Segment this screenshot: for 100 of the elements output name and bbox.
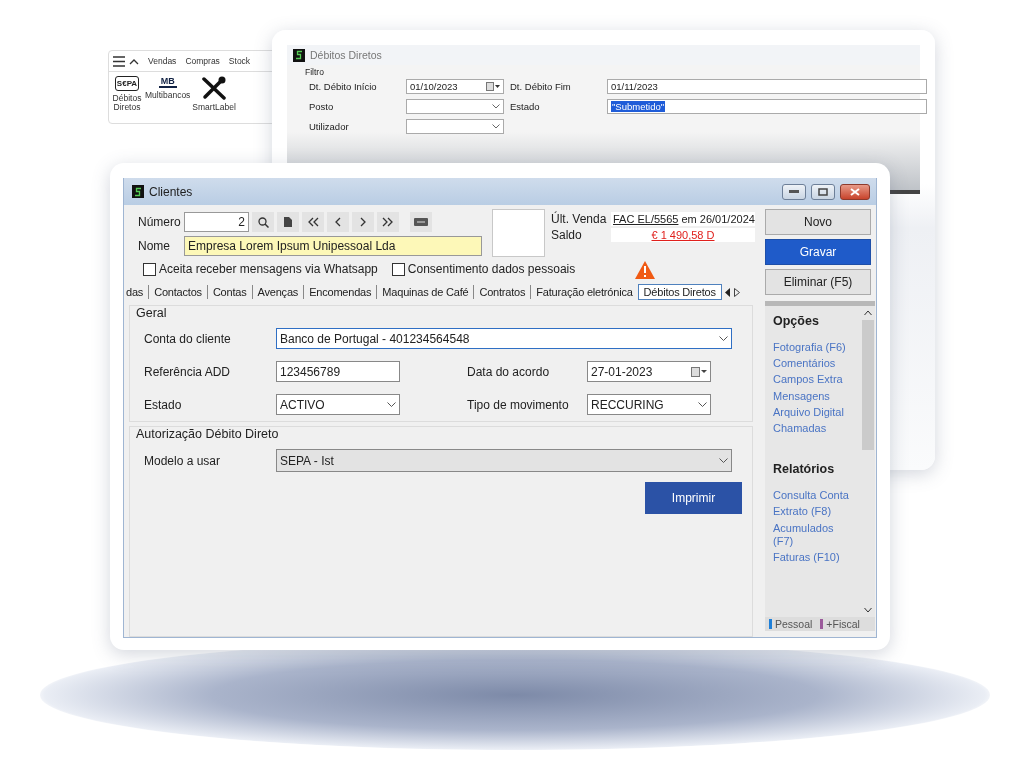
action-button[interactable]: Eliminar (F5) bbox=[765, 269, 871, 295]
name-field[interactable]: Empresa Lorem Ipsum Unipessoal Lda bbox=[184, 236, 482, 256]
action-button[interactable]: Gravar bbox=[765, 239, 871, 265]
field-label: Data do acordo bbox=[467, 364, 551, 379]
field-label: Estado bbox=[509, 100, 541, 112]
tab[interactable]: Contratos bbox=[477, 285, 528, 299]
app-logo-icon bbox=[293, 48, 305, 62]
dropdown-field[interactable]: RECCURING bbox=[587, 394, 711, 415]
side-link[interactable]: Acumulados (F7) bbox=[773, 521, 849, 548]
first-record-button[interactable] bbox=[302, 212, 324, 232]
tab[interactable]: Faturação eletrónica bbox=[534, 285, 635, 299]
side-link[interactable]: Comentários bbox=[773, 357, 849, 371]
side-link[interactable]: Arquivo Digital bbox=[773, 405, 849, 419]
id-card-button[interactable] bbox=[410, 212, 432, 232]
print-button[interactable]: Imprimir bbox=[645, 482, 742, 514]
scroll-down-icon[interactable] bbox=[864, 607, 872, 613]
ribbon-tab[interactable]: Compras bbox=[185, 56, 220, 66]
ribbon-tab[interactable]: Stock bbox=[228, 56, 251, 66]
balance-link[interactable]: € 1 490,58 D bbox=[611, 228, 755, 242]
action-button[interactable]: Novo bbox=[765, 209, 871, 235]
dropdown-field[interactable] bbox=[406, 118, 504, 134]
document-button[interactable] bbox=[277, 212, 299, 232]
window-title: Clientes bbox=[149, 184, 193, 199]
date-field[interactable]: 01/10/2023 bbox=[406, 78, 504, 94]
field-label: Nome bbox=[138, 239, 171, 253]
field-label: Número bbox=[138, 215, 181, 229]
chevron-right-icon bbox=[359, 217, 367, 227]
caret-up-icon[interactable] bbox=[129, 57, 139, 65]
side-link[interactable]: Fotografia (F6) bbox=[773, 341, 849, 355]
side-link[interactable]: Faturas (F10) bbox=[773, 550, 849, 565]
close-icon bbox=[850, 187, 860, 196]
minimize-button[interactable] bbox=[782, 183, 806, 200]
card-icon bbox=[414, 218, 428, 226]
field-label: Saldo bbox=[551, 228, 583, 242]
tab[interactable]: Contactos bbox=[152, 285, 204, 299]
account-dropdown[interactable]: Banco de Portugal - 401234564548 bbox=[276, 328, 732, 349]
tab[interactable]: das bbox=[124, 285, 146, 299]
input-field[interactable]: 123456789 bbox=[276, 361, 400, 382]
sepa-logo: S€PA bbox=[114, 76, 140, 91]
ribbon-button[interactable]: S€PA Débitos Diretos bbox=[111, 76, 143, 112]
input-field[interactable]: "Submetido" bbox=[607, 98, 927, 114]
double-right-icon bbox=[382, 217, 394, 227]
field-label: Modelo a usar bbox=[144, 453, 222, 468]
side-link[interactable]: Consulta Conta bbox=[773, 489, 849, 503]
scroll-up-icon[interactable] bbox=[864, 310, 872, 316]
tab[interactable]: Contas bbox=[210, 285, 249, 299]
caret-down-icon bbox=[698, 401, 707, 408]
tab[interactable]: Maquinas de Café bbox=[380, 285, 471, 299]
number-field[interactable]: 2 bbox=[184, 212, 249, 232]
dropdown-field[interactable] bbox=[406, 98, 504, 114]
tab[interactable]: Débitos Diretos bbox=[637, 284, 722, 300]
close-button[interactable] bbox=[840, 183, 870, 200]
tab[interactable]: Encomendas bbox=[307, 285, 374, 299]
side-link[interactable]: Mensagens bbox=[773, 389, 849, 403]
last-record-button[interactable] bbox=[377, 212, 399, 232]
last-sale-text: FAC EL/5565 em 26/01/2024 bbox=[611, 212, 755, 226]
document-icon bbox=[284, 217, 292, 227]
window-title: Débitos Diretos bbox=[310, 49, 382, 61]
field-label: Dt. Débito Fim bbox=[509, 80, 572, 92]
ribbon-button[interactable]: MB Multibancos bbox=[145, 76, 191, 112]
maximize-button[interactable] bbox=[811, 183, 835, 200]
dropdown-field[interactable]: ACTIVO bbox=[276, 394, 400, 415]
template-dropdown[interactable]: SEPA - Ist bbox=[276, 449, 732, 472]
scroll-right-icon[interactable] bbox=[733, 287, 740, 297]
photo-box bbox=[491, 209, 545, 257]
field-label: Conta do cliente bbox=[144, 331, 232, 346]
checkbox[interactable]: Consentimento dados pessoais bbox=[391, 262, 576, 276]
warning-icon bbox=[635, 261, 656, 279]
section-title: Opções bbox=[773, 314, 820, 328]
section-title: Relatórios bbox=[773, 462, 836, 477]
menu-icon[interactable] bbox=[113, 55, 125, 67]
field-label: Posto bbox=[309, 100, 335, 112]
legend-label: Pessoal bbox=[775, 618, 813, 630]
group-title: Filtro bbox=[305, 67, 325, 77]
caret-down-icon bbox=[492, 123, 500, 129]
caret-down-icon bbox=[387, 401, 396, 408]
field-label: Tipo de movimento bbox=[467, 397, 570, 412]
ribbon-tab[interactable]: Vendas bbox=[148, 56, 177, 66]
input-field[interactable]: 01/11/2023 bbox=[607, 78, 927, 94]
checkbox[interactable]: Aceita receber mensagens via Whatsapp bbox=[143, 262, 378, 276]
field-label: Últ. Venda bbox=[551, 212, 607, 226]
scroll-left-icon[interactable] bbox=[724, 287, 731, 297]
caret-down-icon bbox=[492, 103, 500, 109]
side-link[interactable]: Chamadas bbox=[773, 421, 849, 436]
chevron-left-icon bbox=[334, 217, 342, 227]
search-icon bbox=[257, 216, 269, 228]
side-link[interactable]: Campos Extra bbox=[773, 373, 849, 387]
minimize-icon bbox=[789, 189, 799, 194]
side-link[interactable]: Extrato (F8) bbox=[773, 505, 849, 519]
group-title: Geral bbox=[135, 306, 168, 320]
field-label: Estado bbox=[144, 397, 183, 412]
tools-icon bbox=[201, 76, 228, 100]
invoice-link[interactable]: FAC EL/5565 bbox=[613, 213, 679, 225]
ribbon-button[interactable]: SmartLabel bbox=[192, 76, 236, 112]
search-button[interactable] bbox=[252, 212, 274, 232]
calendar-icon bbox=[691, 366, 707, 377]
tab[interactable]: Avenças bbox=[255, 285, 301, 299]
group-title: Autorização Débito Direto bbox=[135, 427, 280, 441]
calendar-icon bbox=[486, 81, 500, 91]
date-field[interactable]: 27-01-2023 bbox=[587, 361, 711, 382]
